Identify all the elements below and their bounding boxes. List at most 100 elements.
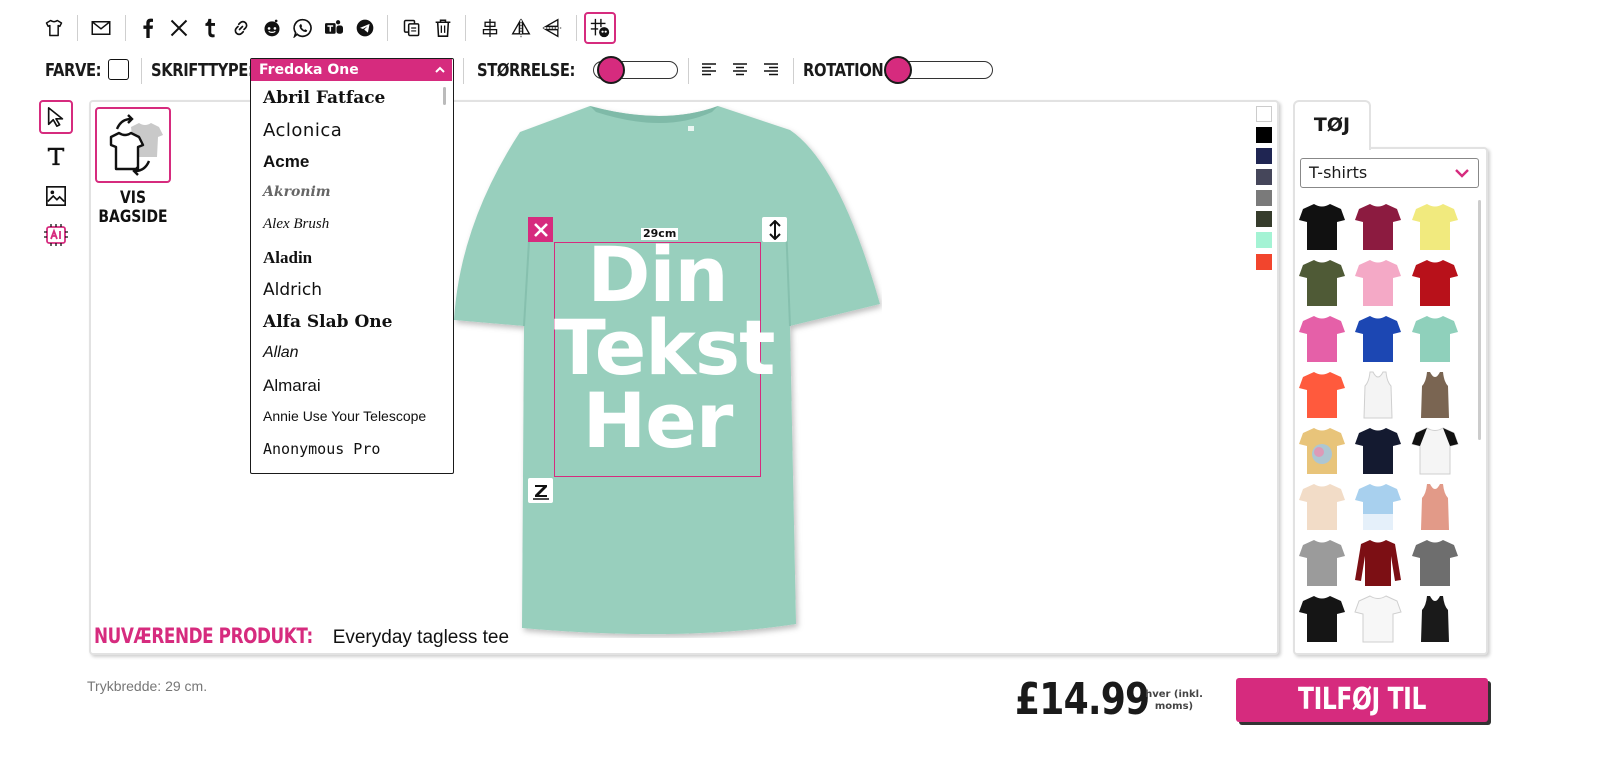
product-thumbnail[interactable] bbox=[1353, 200, 1403, 252]
chevron-down-icon bbox=[1455, 169, 1469, 178]
link-icon[interactable] bbox=[229, 16, 253, 40]
product-thumbnail[interactable] bbox=[1297, 536, 1347, 588]
product-thumbnail[interactable] bbox=[1410, 480, 1460, 532]
align-center-icon[interactable] bbox=[728, 58, 752, 82]
add-to-cart-button[interactable]: TILFØJ TIL KURV bbox=[1236, 678, 1488, 761]
telegram-icon[interactable] bbox=[353, 16, 377, 40]
design-text-line: Tekst bbox=[554, 303, 775, 392]
product-thumbnail[interactable] bbox=[1297, 592, 1347, 644]
product-thumbnail[interactable] bbox=[1353, 480, 1403, 532]
product-thumbnail[interactable] bbox=[1297, 200, 1347, 252]
font-label: SKRIFTTYPE: bbox=[151, 60, 254, 81]
image-tool[interactable] bbox=[39, 179, 73, 213]
x-icon[interactable] bbox=[167, 16, 191, 40]
font-option[interactable]: Aldrich bbox=[263, 280, 322, 300]
font-option[interactable]: Abril Fatface bbox=[263, 88, 385, 108]
reddit-icon[interactable] bbox=[260, 16, 284, 40]
product-thumbnail[interactable] bbox=[1410, 536, 1460, 588]
product-thumbnail[interactable] bbox=[1297, 480, 1347, 532]
color-swatch[interactable] bbox=[1256, 254, 1272, 270]
product-thumbnail[interactable] bbox=[1410, 368, 1460, 420]
color-swatch[interactable] bbox=[1256, 232, 1272, 248]
tshirt-icon[interactable] bbox=[42, 16, 66, 40]
color-swatch[interactable] bbox=[1256, 148, 1272, 164]
copy-icon[interactable] bbox=[400, 16, 424, 40]
color-swatch[interactable] bbox=[1256, 211, 1272, 227]
color-swatch[interactable] bbox=[1256, 190, 1272, 206]
tumblr-icon[interactable] bbox=[198, 16, 222, 40]
font-option[interactable]: Aladin bbox=[263, 248, 312, 268]
pointer-tool[interactable] bbox=[39, 100, 73, 134]
grid-icon[interactable] bbox=[584, 12, 616, 44]
edit-element-button[interactable] bbox=[528, 478, 553, 503]
font-option[interactable]: Alfa Slab One bbox=[263, 312, 392, 332]
mail-icon[interactable] bbox=[89, 16, 113, 40]
product-thumbnail[interactable] bbox=[1410, 592, 1460, 644]
trash-icon[interactable] bbox=[431, 16, 455, 40]
whatsapp-icon[interactable] bbox=[291, 16, 315, 40]
delete-element-button[interactable] bbox=[528, 217, 553, 242]
product-thumbnail[interactable] bbox=[1297, 312, 1347, 364]
product-thumbnail[interactable] bbox=[1297, 368, 1347, 420]
tab-clothing[interactable]: TØJ bbox=[1293, 100, 1371, 150]
font-option[interactable]: Almarai bbox=[263, 376, 321, 396]
align-right-icon[interactable] bbox=[759, 58, 783, 82]
image-tool-icon bbox=[46, 186, 66, 206]
rotation-label: ROTATION: bbox=[803, 60, 889, 81]
font-option[interactable]: Akronim bbox=[263, 184, 331, 200]
product-thumbnail[interactable] bbox=[1410, 424, 1460, 476]
product-thumbnail[interactable] bbox=[1297, 424, 1347, 476]
resize-handle[interactable] bbox=[762, 217, 787, 242]
current-product: NUVÆRENDE PRODUKT: Everyday tagless tee bbox=[94, 624, 509, 649]
flip-shirt-icon bbox=[109, 114, 163, 176]
font-option[interactable]: Anonymous Pro bbox=[263, 440, 380, 458]
font-option[interactable]: Acme bbox=[263, 152, 309, 172]
facebook-icon[interactable] bbox=[136, 16, 160, 40]
color-label: FARVE: bbox=[45, 60, 102, 81]
product-thumbnail[interactable] bbox=[1353, 256, 1403, 308]
design-text-line: Din bbox=[587, 230, 728, 319]
design-text-line: Her bbox=[582, 376, 734, 465]
product-thumbnail[interactable] bbox=[1353, 592, 1403, 644]
close-icon bbox=[533, 222, 548, 237]
product-thumbnail[interactable] bbox=[1353, 424, 1403, 476]
align-vertical-icon[interactable] bbox=[478, 16, 502, 40]
font-option[interactable]: Annie Use Your Telescope bbox=[263, 408, 426, 424]
size-label: STØRRELSE: bbox=[477, 60, 575, 81]
size-slider-handle[interactable] bbox=[596, 56, 625, 84]
ai-tool[interactable] bbox=[39, 218, 73, 252]
product-thumbnail[interactable] bbox=[1353, 536, 1403, 588]
category-select[interactable]: T-shirts bbox=[1300, 158, 1479, 188]
color-picker[interactable] bbox=[108, 59, 129, 80]
product-thumbnail[interactable] bbox=[1410, 256, 1460, 308]
panel-scrollbar[interactable] bbox=[1478, 200, 1481, 440]
current-product-label: NUVÆRENDE PRODUKT: bbox=[94, 624, 313, 648]
color-swatch[interactable] bbox=[1256, 169, 1272, 185]
align-left-icon[interactable] bbox=[697, 58, 721, 82]
font-select-current[interactable]: Fredoka One bbox=[251, 59, 452, 81]
font-list-scrollbar[interactable] bbox=[443, 87, 446, 105]
flip-horizontal-icon[interactable] bbox=[509, 16, 533, 40]
color-swatch[interactable] bbox=[1256, 106, 1272, 122]
font-dropdown[interactable]: Fredoka One Abril Fatface Aclonica Acme Akr… bbox=[250, 58, 454, 474]
rotation-slider-handle[interactable] bbox=[884, 56, 912, 84]
show-back-button[interactable] bbox=[95, 107, 171, 183]
current-product-name: Everyday tagless tee bbox=[332, 627, 510, 648]
product-thumbnail[interactable] bbox=[1410, 200, 1460, 252]
font-option[interactable]: Alex Brush bbox=[263, 216, 329, 233]
product-thumbnail[interactable] bbox=[1353, 368, 1403, 420]
product-thumbnail[interactable] bbox=[1353, 312, 1403, 364]
product-thumbnail[interactable] bbox=[1297, 256, 1347, 308]
price: £14.99 bbox=[1015, 674, 1150, 725]
show-back-label: VIS BAGSIDE bbox=[98, 188, 168, 227]
print-width-text: Trykbredde: 29 cm. bbox=[87, 678, 208, 694]
font-option[interactable]: Aclonica bbox=[263, 120, 342, 141]
flip-vertical-icon[interactable] bbox=[540, 16, 564, 40]
product-thumbnail[interactable] bbox=[1410, 312, 1460, 364]
color-swatch[interactable] bbox=[1256, 127, 1272, 143]
text-tool[interactable] bbox=[39, 139, 73, 173]
edit-icon bbox=[532, 484, 549, 500]
design-text[interactable]: Din Tekst Her bbox=[554, 230, 775, 465]
font-option[interactable]: Allan bbox=[263, 344, 299, 362]
teams-icon[interactable] bbox=[322, 16, 346, 40]
